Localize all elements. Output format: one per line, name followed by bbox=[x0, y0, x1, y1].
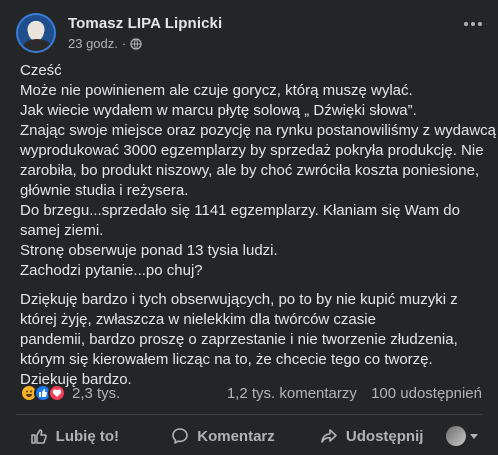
reactions-count[interactable]: 2,3 tys. bbox=[72, 385, 120, 402]
author-avatar[interactable] bbox=[16, 13, 56, 53]
post-line: Jak wiecie wydałem w marcu płytę solową … bbox=[20, 102, 417, 119]
post-header: Tomasz LIPA Lipnicki 23 godz. · bbox=[16, 11, 222, 55]
post-line: Dziękuję bardzo i tych obserwujących, po… bbox=[20, 291, 458, 308]
post-line: wyprodukować 3000 egzemplarzy by sprzeda… bbox=[20, 142, 484, 159]
post-line: Cześć bbox=[20, 62, 62, 79]
share-icon bbox=[321, 429, 337, 443]
globe-icon bbox=[130, 37, 142, 50]
avatar-face bbox=[28, 21, 44, 41]
comment-button[interactable]: Komentarz bbox=[149, 427, 298, 445]
more-dot bbox=[471, 22, 475, 26]
share-button[interactable]: Udostępnij bbox=[297, 427, 446, 445]
post-time[interactable]: 23 godz. bbox=[68, 36, 118, 51]
comment-icon bbox=[172, 428, 189, 444]
post-line: pandemii, bardzo proszę o zaprzestanie i… bbox=[20, 331, 458, 348]
post-line: Do brzegu...sprzedało się 1141 egzemplar… bbox=[20, 202, 460, 219]
post-line: Znając swoje miejsce oraz pozycję na ryn… bbox=[20, 122, 497, 139]
comments-count[interactable]: 1,2 tys. komentarzy bbox=[227, 385, 357, 402]
more-dot bbox=[478, 22, 482, 26]
post-stats: 2,3 tys. 1,2 tys. komentarzy 100 udostęp… bbox=[20, 383, 482, 403]
post-actions: Lubię to! Komentarz Udostępnij bbox=[0, 418, 498, 454]
shares-count[interactable]: 100 udostępnień bbox=[371, 385, 482, 402]
post-text: Cześć Może nie powinienem ale czuje gory… bbox=[20, 61, 497, 399]
post-paragraph: Dziękuję bardzo i tych obserwujących, po… bbox=[20, 290, 490, 390]
like-label: Lubię to! bbox=[55, 427, 119, 445]
actions-divider bbox=[16, 414, 482, 415]
more-dot bbox=[464, 22, 468, 26]
post-paragraph: Cześć Może nie powinienem ale czuje gory… bbox=[20, 61, 497, 281]
thumbs-up-icon bbox=[30, 429, 47, 444]
post-line: Może nie powinienem ale czuje gorycz, kt… bbox=[20, 82, 413, 99]
current-user-avatar bbox=[446, 426, 467, 446]
post-line: Zachodzi pytanie...po chuj? bbox=[20, 262, 203, 279]
post-line: którym się kierowałem licząc na to, że c… bbox=[20, 351, 433, 368]
post-line: głównie studia i reżysera. bbox=[20, 182, 189, 199]
author-name[interactable]: Tomasz LIPA Lipnicki bbox=[68, 15, 222, 32]
separator-dot: · bbox=[121, 36, 127, 51]
more-horizontal-icon[interactable] bbox=[464, 22, 482, 26]
comment-label: Komentarz bbox=[197, 427, 275, 445]
post-card: Tomasz LIPA Lipnicki 23 godz. · Cześć Mo… bbox=[0, 0, 498, 455]
post-meta: Tomasz LIPA Lipnicki 23 godz. · bbox=[68, 15, 222, 51]
reaction-as-selector[interactable] bbox=[446, 426, 486, 446]
avatar-body bbox=[22, 39, 52, 51]
post-line: samej ziemi. bbox=[20, 222, 104, 239]
chevron-down-icon bbox=[470, 433, 479, 439]
engagement-counts: 1,2 tys. komentarzy 100 udostępnień bbox=[217, 385, 482, 402]
share-label: Udostępnij bbox=[345, 427, 424, 445]
post-line: zarobiła, bo produkt niszowy, ale by cho… bbox=[20, 162, 480, 179]
like-button[interactable]: Lubię to! bbox=[0, 427, 149, 445]
love-reaction-icon bbox=[48, 384, 66, 402]
reactions-summary[interactable]: 2,3 tys. bbox=[20, 384, 120, 402]
post-line: której żyję, zwłaszcza w nielekkim dla t… bbox=[20, 311, 376, 328]
post-line: Stronę obserwuje ponad 13 tysia ludzi. bbox=[20, 242, 278, 259]
post-subline: 23 godz. · bbox=[68, 36, 222, 51]
